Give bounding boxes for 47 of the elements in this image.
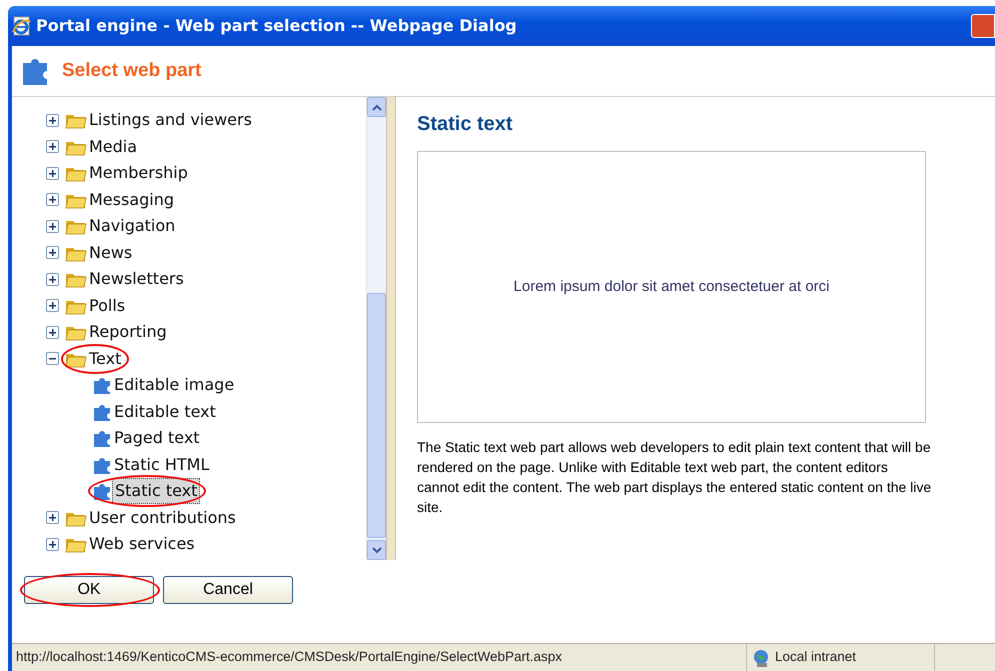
cancel-button[interactable]: Cancel xyxy=(163,576,293,604)
window-title: Portal engine - Web part selection -- Webpage Dialog xyxy=(36,15,517,37)
close-button[interactable] xyxy=(971,14,995,38)
tree-item[interactable]: Editable image xyxy=(112,373,236,398)
expand-toggle[interactable] xyxy=(46,140,59,154)
tree-item[interactable]: Messaging xyxy=(87,188,176,212)
tree-item[interactable]: Paged text xyxy=(112,426,202,450)
expand-toggle[interactable] xyxy=(46,511,59,524)
tree-item[interactable]: Text xyxy=(87,346,124,371)
expand-toggle[interactable] xyxy=(46,246,59,260)
webpart-description: The Static text web part allows web developers to edit plain text content that will be rendered on the page. Unlike with Editable text web part, the content editors cannot edit the content. The web part displays the entered static content on the live site. xyxy=(417,438,932,517)
puzzle-icon xyxy=(92,428,112,448)
collapse-toggle[interactable] xyxy=(46,352,59,366)
expand-toggle[interactable] xyxy=(46,166,59,180)
zone-label: Local intranet xyxy=(774,648,856,666)
expand-toggle[interactable] xyxy=(46,193,59,206)
tree-item[interactable]: Newsletters xyxy=(87,267,186,292)
tree-item[interactable]: Polls xyxy=(87,294,128,318)
webpart-title: Static text xyxy=(417,112,514,137)
expand-toggle[interactable] xyxy=(46,220,59,233)
tree-item[interactable]: Listings and viewers xyxy=(87,108,254,132)
tree-item[interactable]: User contributions xyxy=(87,506,238,530)
scroll-thumb[interactable] xyxy=(367,293,386,538)
scroll-down-button[interactable] xyxy=(367,540,386,560)
expand-toggle[interactable] xyxy=(46,114,59,127)
tree-item[interactable]: Static text xyxy=(112,478,200,504)
browser-icon xyxy=(12,16,32,36)
preview-text: Lorem ipsum dolor sit amet consectetuer at orci xyxy=(514,276,830,297)
puzzle-icon xyxy=(92,481,112,502)
tree-item[interactable]: News xyxy=(87,240,134,265)
scroll-up-button[interactable] xyxy=(367,97,386,117)
tree-item[interactable]: Media xyxy=(87,134,140,159)
puzzle-icon xyxy=(92,375,112,396)
expand-toggle[interactable] xyxy=(46,326,59,339)
dialog-heading: Select web part xyxy=(62,58,202,83)
tree-item[interactable]: Membership xyxy=(87,161,190,186)
status-url: http://localhost:1469/KenticoCMS-ecommerce/CMSDesk/PortalEngine/SelectWebPart.aspx xyxy=(16,648,562,666)
scrollbar[interactable] xyxy=(366,97,386,560)
tree-item[interactable]: Web services xyxy=(87,532,197,556)
expand-toggle[interactable] xyxy=(46,272,59,286)
expand-toggle[interactable] xyxy=(46,538,59,551)
tree-item[interactable]: Editable text xyxy=(112,400,218,424)
expand-toggle[interactable] xyxy=(46,299,59,312)
ok-button[interactable]: OK xyxy=(24,576,154,604)
tree-item[interactable]: Reporting xyxy=(87,320,169,344)
tree-item[interactable]: Navigation xyxy=(87,214,178,238)
tree-item[interactable]: Static HTML xyxy=(112,452,212,477)
